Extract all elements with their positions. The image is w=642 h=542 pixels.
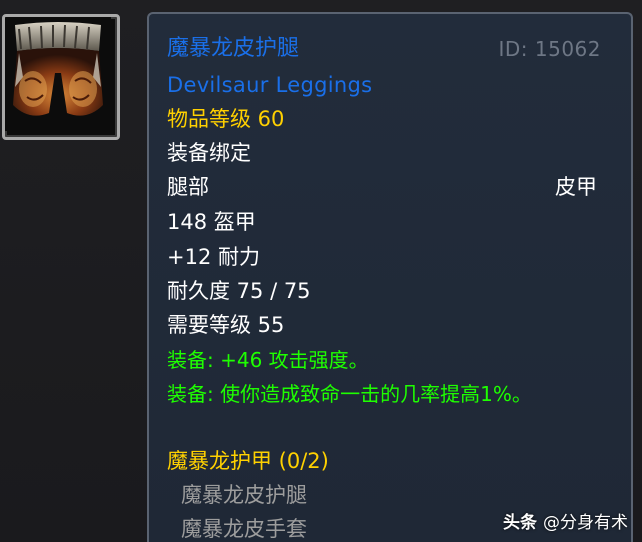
item-armor-type: 皮甲 bbox=[555, 175, 597, 199]
game-screen: 魔暴龙皮护腿 ID: 15062 Devilsaur Leggings 物品等级… bbox=[0, 0, 642, 542]
item-icon-slot[interactable] bbox=[2, 14, 120, 140]
item-durability: 耐久度 75 / 75 bbox=[167, 279, 311, 303]
item-armor: 148 盔甲 bbox=[167, 210, 256, 234]
equip-effect: 装备: 使你造成致命一击的几率提高1%。 bbox=[167, 382, 532, 406]
set-piece: 魔暴龙皮护腿 bbox=[181, 483, 307, 507]
item-name-cn: 魔暴龙皮护腿 bbox=[167, 36, 300, 61]
item-stamina: +12 耐力 bbox=[167, 245, 260, 269]
watermark-brand: 头条 bbox=[503, 513, 537, 533]
item-id: ID: 15062 bbox=[498, 37, 601, 61]
item-tooltip: 魔暴龙皮护腿 ID: 15062 Devilsaur Leggings 物品等级… bbox=[147, 12, 633, 542]
item-level: 物品等级 60 bbox=[167, 107, 285, 131]
item-binding: 装备绑定 bbox=[167, 141, 251, 165]
leather-leggings-icon bbox=[5, 17, 111, 131]
item-slot: 腿部 bbox=[167, 175, 209, 199]
watermark-handle: @分身有术 bbox=[543, 513, 628, 533]
equip-effect: 装备: +46 攻击强度。 bbox=[167, 348, 369, 372]
watermark: 头条 @分身有术 bbox=[503, 512, 628, 534]
set-name: 魔暴龙护甲 (0/2) bbox=[167, 449, 329, 473]
set-piece: 魔暴龙皮手套 bbox=[181, 517, 307, 541]
item-name-en: Devilsaur Leggings bbox=[167, 73, 373, 97]
item-required-level: 需要等级 55 bbox=[167, 313, 285, 337]
